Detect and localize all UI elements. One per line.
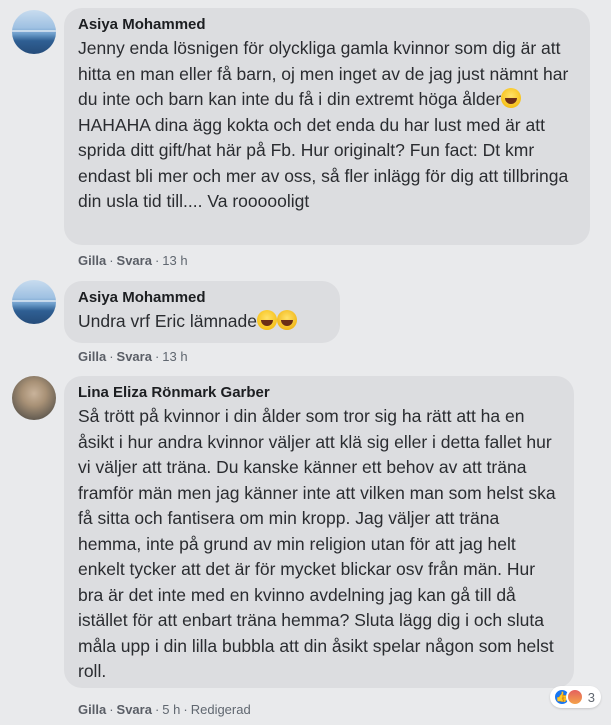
like-link[interactable]: Gilla [78,349,106,364]
edited-label: Redigerad [190,702,251,717]
comment-text: Jenny enda lösnigen för olyckliga gamla … [78,38,569,211]
reactions-summary[interactable]: 👍 3 [549,686,601,708]
avatar[interactable] [12,10,56,54]
angry-reaction-icon [565,688,584,706]
reply-link[interactable]: Svara [117,702,152,717]
comment-actions: Gilla · Svara · 13 h [78,253,188,268]
reply-link[interactable]: Svara [117,253,152,268]
like-link[interactable]: Gilla [78,702,106,717]
comment-bubble: Asiya Mohammed Jenny enda lösnigen för o… [64,8,590,245]
avatar[interactable] [12,376,56,420]
comment-bubble: Asiya Mohammed Undra vrf Eric lämnade [64,281,340,343]
laughing-emoji-icon [256,310,277,330]
avatar[interactable] [12,280,56,324]
comment-time[interactable]: 5 h [162,702,180,717]
thinking-emoji-icon [276,310,297,330]
reply-link[interactable]: Svara [117,349,152,364]
comment-text: Så trött på kvinnor i din ålder som tror… [78,406,556,681]
laughing-emoji-icon [501,88,522,108]
comment-time[interactable]: 13 h [162,349,187,364]
comment-actions: Gilla · Svara · 5 h · Redigerad [78,702,251,717]
comment-bubble: Lina Eliza Rönmark Garber Så trött på kv… [64,376,574,688]
comment-author[interactable]: Asiya Mohammed [78,289,326,306]
reaction-count: 3 [587,689,595,705]
like-link[interactable]: Gilla [78,253,106,268]
comment-actions: Gilla · Svara · 13 h [78,349,188,364]
comment-text: Undra vrf Eric lämnade [78,309,326,335]
comment-author[interactable]: Lina Eliza Rönmark Garber [78,384,560,401]
comment-author[interactable]: Asiya Mohammed [78,16,576,33]
comment-time[interactable]: 13 h [162,253,187,268]
